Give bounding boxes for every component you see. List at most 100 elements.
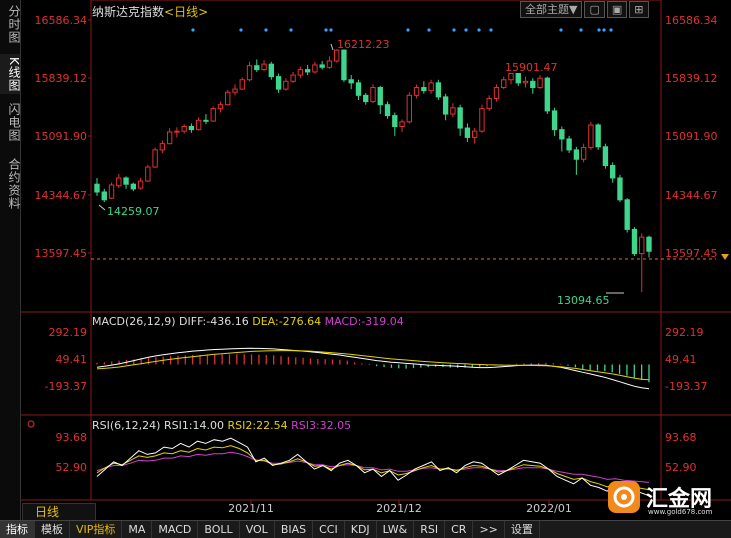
macd-value: MACD:-319.04 — [324, 315, 404, 328]
rsi2-value: RSI2:22.54 — [227, 419, 288, 432]
candle-body — [319, 64, 325, 68]
candle-body — [544, 77, 550, 112]
event-dot-icon — [264, 28, 268, 32]
candle-body — [392, 115, 398, 128]
candle-body — [312, 64, 318, 73]
bottom-tab-11[interactable]: RSI — [414, 521, 446, 538]
tab-lightning[interactable]: 闪电图 — [0, 102, 21, 142]
candle-body — [406, 94, 412, 123]
candle-body — [203, 119, 209, 122]
macd-axis-left-label: 49.41 — [56, 353, 88, 366]
candle-body — [566, 138, 572, 151]
candle-body — [355, 82, 362, 96]
candle-body — [145, 166, 151, 182]
candle-body — [225, 91, 231, 106]
macd-title: MACD(26,12,9) — [92, 315, 176, 328]
bottom-tab-7[interactable]: BIAS — [275, 521, 314, 538]
candle-body — [610, 164, 616, 179]
candle-body — [326, 60, 333, 68]
bottom-tab-9[interactable]: KDJ — [345, 521, 377, 538]
candle-body — [152, 149, 158, 168]
candle-body — [464, 127, 471, 138]
candle-body — [624, 199, 630, 230]
rsi-axis-right-label: 93.68 — [665, 431, 697, 444]
candle-body — [551, 110, 558, 131]
rsi-title: RSI(6,12,24) — [92, 419, 161, 432]
bottom-tab-14[interactable]: 设置 — [505, 521, 540, 538]
candle-body — [559, 129, 565, 140]
bottom-tab-4[interactable]: MACD — [152, 521, 199, 538]
brand-url: www.gold678.com — [648, 508, 713, 516]
high-label-1: 16212.23 — [337, 38, 390, 51]
event-dot-icon — [579, 28, 583, 32]
candle-body — [116, 177, 122, 187]
candle-body — [602, 146, 609, 166]
candle-body — [341, 49, 347, 81]
candle-body — [174, 130, 180, 133]
period-button[interactable]: 日线 — [22, 503, 96, 521]
bottom-tab-bar: 指标 模板 VIP指标 MA MACD BOLL VOL BIAS CCI KDJ LW& RSI CR… — [0, 520, 731, 538]
candle-body — [537, 77, 543, 89]
candle-body — [617, 177, 623, 201]
bottom-tab-6[interactable]: VOL — [240, 521, 275, 538]
candle-body — [363, 94, 369, 103]
candle-body — [639, 236, 645, 255]
event-dot-icon — [191, 28, 195, 32]
price-axis-right-label: 14344.67 — [665, 189, 718, 202]
left-tab-bar: 分时图 K线图 闪电图 合约资料 — [0, 0, 21, 520]
low-label-1: 14259.07 — [107, 205, 160, 218]
candle-body — [348, 79, 354, 84]
candle-body — [283, 80, 289, 90]
candle-body — [334, 49, 340, 62]
candle-body — [595, 124, 601, 148]
rsi-axis-right-label: 52.90 — [665, 461, 697, 474]
macd-axis-right-label: 292.19 — [665, 326, 704, 339]
macd-axis-left-label: 292.19 — [49, 326, 88, 339]
candle-body — [522, 80, 529, 84]
candle-body — [588, 124, 594, 149]
tab-contract-info[interactable]: 合约资料 — [0, 154, 21, 214]
rsi1-line — [96, 437, 650, 497]
candle-body — [166, 131, 173, 145]
price-axis-left-label: 14344.67 — [35, 189, 88, 202]
bottom-tab-0[interactable]: 指标 — [0, 521, 35, 538]
bottom-tab-3[interactable]: MA — [122, 521, 153, 538]
bottom-tab-1[interactable]: 模板 — [35, 521, 70, 538]
price-axis-right-label: 15091.90 — [665, 130, 718, 143]
event-dot-icon — [597, 28, 601, 32]
tab-kline[interactable]: K线图 — [0, 54, 21, 94]
chart-title: 纳斯达克指数<日线> — [92, 3, 208, 20]
candle-body — [268, 63, 274, 78]
candle-body — [108, 184, 115, 199]
event-dot-icon — [329, 28, 333, 32]
macd-legend: MACD(26,12,9) DIFF:-436.16 DEA:-276.64 M… — [92, 315, 404, 328]
bottom-tab-8[interactable]: CCI — [313, 521, 345, 538]
rsi-settings-icon[interactable] — [27, 420, 35, 428]
low-label-2: 13094.65 — [557, 294, 610, 307]
price-axis-left-label: 15091.90 — [35, 130, 88, 143]
candle-body — [486, 97, 492, 110]
candle-body — [196, 119, 202, 131]
candle-body — [159, 143, 166, 151]
bottom-tab-10[interactable]: LW& — [377, 521, 415, 538]
candle-body — [370, 87, 376, 103]
candle-body — [210, 108, 216, 122]
bottom-tab-12[interactable]: CR — [445, 521, 474, 538]
kline-chart[interactable]: 16586.34 16586.34 15839.12 15839.12 15091.90… — [21, 0, 731, 520]
event-dot-icon — [452, 28, 456, 32]
candle-body — [239, 79, 245, 90]
bottom-tab-2[interactable]: VIP指标 — [70, 521, 123, 538]
event-dot-icon — [609, 28, 613, 32]
candle-body — [101, 191, 107, 201]
candle-body — [384, 104, 391, 117]
tab-timeshare[interactable]: 分时图 — [0, 4, 21, 44]
rsi3-line — [96, 451, 650, 483]
macd-diff: DIFF:-436.16 — [179, 315, 249, 328]
candle-body — [275, 76, 282, 90]
macd-axis-left-label: -193.37 — [45, 380, 87, 393]
candle-body — [631, 228, 638, 255]
bottom-tab-5[interactable]: BOLL — [198, 521, 240, 538]
price-axis-left-label: 15839.12 — [35, 72, 88, 85]
bottom-tab-13[interactable]: >> — [473, 521, 505, 538]
candle-body — [297, 69, 304, 76]
